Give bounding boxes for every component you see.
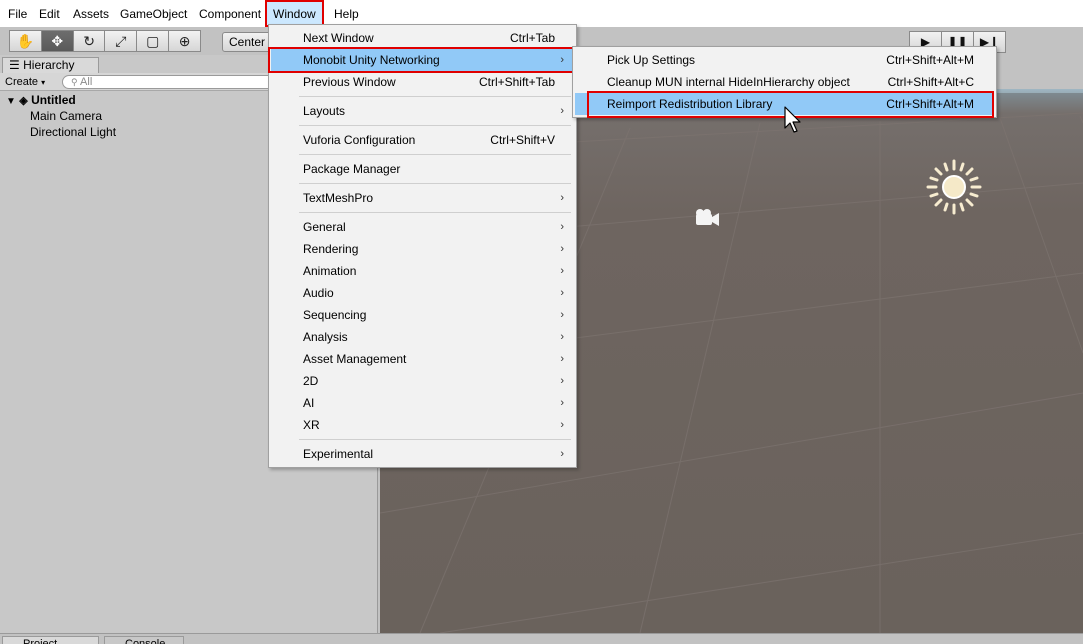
chevron-right-icon: › [560, 353, 564, 365]
search-icon: ⚲ [71, 77, 78, 87]
menu-item-analysis[interactable]: Analysis › [271, 326, 574, 348]
menu-item-animation[interactable]: Animation › [271, 260, 574, 282]
menu-item-xr[interactable]: XR › [271, 414, 574, 436]
menu-item-textmeshpro[interactable]: TextMeshPro › [271, 187, 574, 209]
chevron-right-icon: › [560, 287, 564, 299]
menu-item-audio[interactable]: Audio › [271, 282, 574, 304]
scale-tool-icon[interactable]: ⤢ [104, 30, 138, 52]
menu-separator [299, 154, 571, 155]
menu-item-layouts[interactable]: Layouts › [271, 100, 574, 122]
menu-item-monobit-unity-networking[interactable]: Monobit Unity Networking › [271, 49, 574, 71]
chevron-right-icon: › [560, 105, 564, 117]
pivot-toggle-label: Center [229, 35, 266, 49]
menu-item-pick-up-settings[interactable]: Pick Up Settings Ctrl+Shift+Alt+M [575, 49, 994, 71]
chevron-right-icon: › [560, 221, 564, 233]
rotate-tool-icon[interactable]: ↻ [72, 30, 106, 52]
search-placeholder: All [80, 76, 93, 88]
menu-item-previous-window[interactable]: Previous Window Ctrl+Shift+Tab [271, 71, 574, 93]
chevron-right-icon: › [560, 192, 564, 204]
menu-item-asset-management[interactable]: Asset Management › [271, 348, 574, 370]
tab-console[interactable]: Console [104, 636, 184, 644]
scene-name: Untitled [31, 93, 76, 107]
menu-file[interactable]: File [8, 0, 27, 27]
hierarchy-item-main-camera[interactable]: Main Camera [30, 108, 102, 124]
menu-assets[interactable]: Assets [73, 0, 109, 27]
create-label: Create [5, 76, 39, 88]
chevron-right-icon: › [560, 448, 564, 460]
menu-separator [299, 439, 571, 440]
menu-separator [299, 125, 571, 126]
chevron-right-icon: › [560, 397, 564, 409]
menu-window[interactable]: Window [265, 0, 324, 27]
menu-edit[interactable]: Edit [39, 0, 60, 27]
camera-gizmo-icon[interactable] [692, 207, 722, 231]
chevron-right-icon: › [560, 265, 564, 277]
menu-item-vuforia-configuration[interactable]: Vuforia Configuration Ctrl+Shift+V [271, 129, 574, 151]
menu-separator [299, 96, 571, 97]
unity-logo-icon: ◈ [19, 95, 28, 107]
hierarchy-item-directional-light[interactable]: Directional Light [30, 124, 116, 140]
menu-item-cleanup-mun[interactable]: Cleanup MUN internal HideInHierarchy obj… [575, 71, 994, 93]
hand-tool-icon[interactable]: ✋ [9, 30, 42, 52]
menu-item-rendering[interactable]: Rendering › [271, 238, 574, 260]
menu-item-sequencing[interactable]: Sequencing › [271, 304, 574, 326]
move-tool-icon[interactable]: ✥ [40, 30, 74, 52]
menu-item-next-window[interactable]: Next Window Ctrl+Tab [271, 27, 574, 49]
chevron-right-icon: › [560, 309, 564, 321]
chevron-right-icon: › [560, 375, 564, 387]
window-menu-dropdown: Next Window Ctrl+Tab Monobit Unity Netwo… [268, 24, 577, 468]
expand-arrow-icon[interactable]: ▼ [6, 96, 16, 107]
chevron-right-icon: › [560, 331, 564, 343]
menu-component[interactable]: Component [199, 0, 261, 27]
menu-separator [299, 183, 571, 184]
menu-gameobject[interactable]: GameObject [120, 0, 187, 27]
mouse-cursor-icon [783, 105, 805, 135]
menu-item-2d[interactable]: 2D › [271, 370, 574, 392]
menu-item-experimental[interactable]: Experimental › [271, 443, 574, 465]
menu-bar: File Edit Assets GameObject Component Wi… [0, 0, 1083, 27]
rect-tool-icon[interactable]: ▢ [136, 30, 170, 52]
menu-separator [299, 212, 571, 213]
chevron-right-icon: › [560, 54, 564, 66]
chevron-right-icon: › [560, 243, 564, 255]
chevron-right-icon: › [560, 419, 564, 431]
tab-project[interactable]: Project [2, 636, 99, 644]
tab-hierarchy[interactable]: ☰ Hierarchy [2, 57, 99, 73]
transform-tool-icon[interactable]: ⊕ [168, 30, 201, 52]
menu-item-general[interactable]: General › [271, 216, 574, 238]
directional-light-sun-icon[interactable] [924, 157, 984, 217]
menu-item-package-manager[interactable]: Package Manager [271, 158, 574, 180]
create-dropdown[interactable]: Create ▾ [5, 75, 57, 89]
hierarchy-tab-label: Hierarchy [23, 58, 75, 72]
chevron-down-icon: ▾ [41, 78, 46, 87]
transform-tools: ✋ ✥ ↻ ⤢ ▢ ⊕ [9, 30, 201, 52]
hierarchy-menu-icon: ☰ [9, 58, 20, 72]
bottom-panel-tabs: Project Console [0, 633, 1083, 644]
menu-help[interactable]: Help [334, 0, 359, 27]
menu-item-ai[interactable]: AI › [271, 392, 574, 414]
